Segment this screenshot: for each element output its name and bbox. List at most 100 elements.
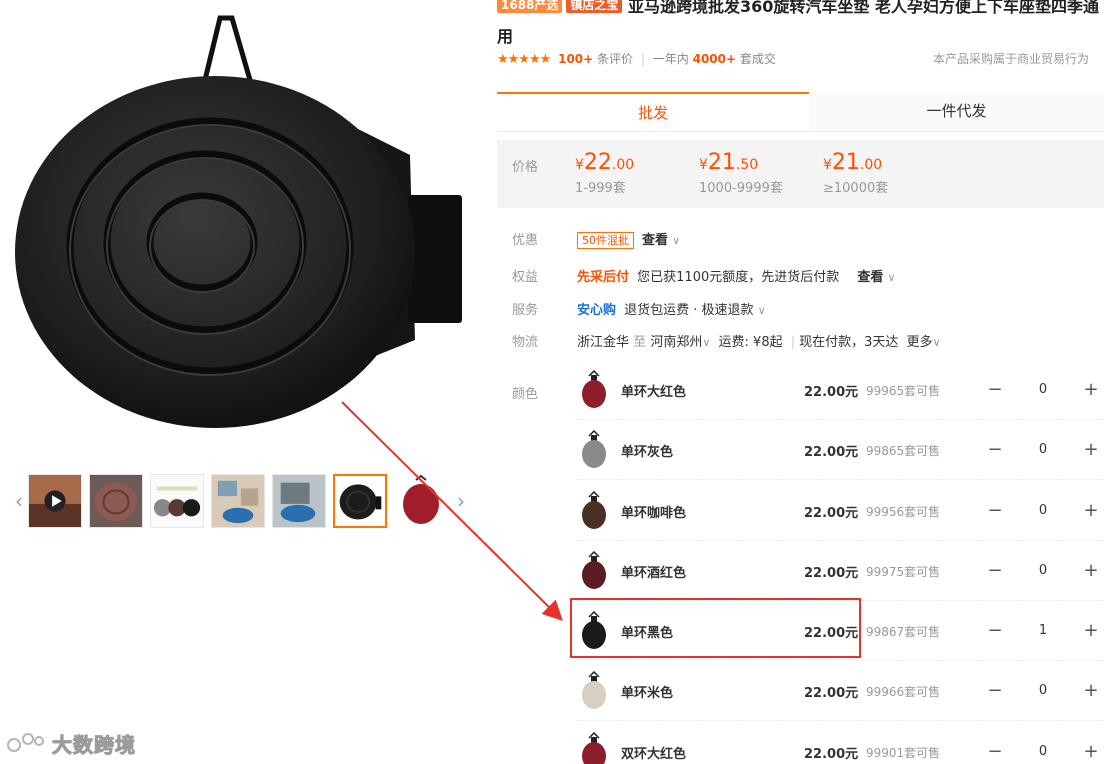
decrease-quantity-button[interactable]: − — [982, 676, 1008, 706]
color-stock: 99975套可售 — [866, 565, 941, 579]
logistics-to-word: 至 — [633, 335, 647, 350]
increase-quantity-button[interactable]: + — [1078, 676, 1104, 706]
color-option-row: 单环黑色 22.00元 99867套可售 −1 + — [576, 601, 1104, 661]
watermark: 大数跨境 — [6, 728, 136, 758]
quantity-stepper: −0 + — [982, 375, 1104, 405]
divider: | — [790, 335, 796, 350]
promo-label: 优惠 — [512, 233, 539, 248]
price-label: 价格 — [512, 160, 539, 175]
color-name: 单环酒红色 — [621, 566, 687, 581]
quantity-input[interactable]: 0 — [1012, 676, 1074, 706]
review-count[interactable]: 100+ — [558, 52, 593, 66]
service-row: 服务 安心购 退货包运费 · 极速退款 ∨ — [512, 299, 1104, 319]
thumbnail-3[interactable] — [150, 474, 204, 528]
color-swatch-image[interactable] — [580, 370, 608, 410]
color-name: 单环灰色 — [621, 445, 674, 460]
chevron-down-icon[interactable]: ∨ — [702, 336, 710, 349]
thumb-next-icon[interactable]: › — [454, 488, 468, 514]
thumb-prev-icon[interactable]: ‹ — [12, 488, 26, 514]
tab-wholesale[interactable]: 批发 — [497, 92, 809, 131]
increase-quantity-button[interactable]: + — [1078, 737, 1104, 764]
increase-quantity-button[interactable]: + — [1078, 616, 1104, 646]
benefit-view-link[interactable]: 查看 — [857, 270, 883, 285]
price-integer: 21 — [831, 150, 860, 175]
benefit-text: 您已获1100元额度，先进货后付款 — [637, 270, 840, 285]
price-tier-1: ¥22.00 1-999套 — [575, 150, 634, 196]
product-title-row: 1688产选 镇店之宝 亚马逊跨境批发360旋转汽车坐垫 老人孕妇方便上下车座垫四… — [497, 0, 1104, 52]
logistics-row: 物流 浙江金华 至 河南郑州∨ 运费: ¥8起 | 现在付款，3天达 更多∨ — [512, 331, 1104, 351]
logistics-more-link[interactable]: 更多 — [907, 335, 933, 350]
logistics-from: 浙江金华 — [577, 335, 630, 350]
promo-view-link[interactable]: 查看 — [642, 233, 668, 248]
quantity-input[interactable]: 0 — [1012, 375, 1074, 405]
review-label[interactable]: 条评价 — [597, 52, 633, 66]
color-swatch-image[interactable] — [580, 732, 608, 764]
decrease-quantity-button[interactable]: − — [982, 435, 1008, 465]
increase-quantity-button[interactable]: + — [1078, 556, 1104, 586]
decrease-quantity-button[interactable]: − — [982, 616, 1008, 646]
quantity-input[interactable]: 1 — [1012, 616, 1074, 646]
thumbnail-strip: ‹ › — [10, 472, 470, 532]
decrease-quantity-button[interactable]: − — [982, 496, 1008, 526]
main-product-image — [10, 10, 470, 455]
service-text[interactable]: 退货包运费 · 极速退款 — [624, 303, 753, 318]
chevron-down-icon[interactable]: ∨ — [758, 304, 766, 317]
thumbnail-7[interactable] — [394, 474, 448, 528]
service-value: 安心购 退货包运费 · 极速退款 ∨ — [577, 299, 766, 318]
chevron-down-icon[interactable]: ∨ — [672, 234, 680, 247]
promo-value: 50件混批 查看 ∨ — [577, 229, 680, 249]
increase-quantity-button[interactable]: + — [1078, 496, 1104, 526]
price-tier-2: ¥21.50 1000-9999套 — [699, 150, 783, 196]
product-title: 1688产选 镇店之宝 亚马逊跨境批发360旋转汽车坐垫 老人孕妇方便上下车座垫四… — [497, 0, 1104, 52]
yearly-prefix: 一年内 — [652, 52, 689, 66]
benefit-row: 权益 先采后付 您已获1100元额度，先进货后付款 查看 ∨ — [512, 266, 1104, 286]
price-tier-3: ¥21.00 ≥10000套 — [823, 150, 888, 196]
price-currency: ¥ — [823, 157, 832, 173]
service-label: 服务 — [512, 303, 539, 318]
color-label: 颜色 — [512, 387, 539, 402]
decrease-quantity-button[interactable]: − — [982, 556, 1008, 586]
yearly-suffix: 套成交 — [739, 52, 776, 66]
tab-dropship[interactable]: 一件代发 — [809, 92, 1104, 131]
chevron-down-icon[interactable]: ∨ — [888, 271, 896, 284]
decrease-quantity-button[interactable]: − — [982, 737, 1008, 764]
color-option-row: 双环大红色 22.00元 99901套可售 −0 + — [576, 722, 1104, 764]
color-swatch-image[interactable] — [580, 551, 608, 591]
quantity-input[interactable]: 0 — [1012, 556, 1074, 586]
price-integer: 22 — [583, 150, 612, 175]
price-range: ≥10000套 — [823, 181, 889, 196]
price-panel: 价格 ¥22.00 1-999套 ¥21.50 1000-9999套 ¥21.0… — [497, 140, 1104, 208]
color-swatch-image[interactable] — [580, 491, 608, 531]
color-price: 22.00元 — [804, 686, 859, 701]
color-swatch-image[interactable] — [580, 611, 608, 651]
benefit-value: 先采后付 您已获1100元额度，先进货后付款 查看 ∨ — [577, 266, 896, 285]
increase-quantity-button[interactable]: + — [1078, 375, 1104, 405]
badge-store-treasure: 镇店之宝 — [566, 0, 623, 13]
logistics-to[interactable]: 河南郑州 — [650, 335, 702, 350]
color-price: 22.00元 — [804, 445, 859, 460]
thumbnail-5[interactable] — [272, 474, 326, 528]
chevron-down-icon[interactable]: ∨ — [933, 336, 941, 349]
benefit-title: 先采后付 — [577, 270, 630, 285]
increase-quantity-button[interactable]: + — [1078, 435, 1104, 465]
thumbnail-4[interactable] — [211, 474, 265, 528]
quantity-input[interactable]: 0 — [1012, 435, 1074, 465]
quantity-input[interactable]: 0 — [1012, 496, 1074, 526]
color-swatch-image[interactable] — [580, 430, 608, 470]
color-name: 双环大红色 — [621, 747, 687, 762]
quantity-stepper: −0 + — [982, 496, 1104, 526]
color-price: 22.00元 — [804, 626, 859, 641]
decrease-quantity-button[interactable]: − — [982, 375, 1008, 405]
quantity-input[interactable]: 0 — [1012, 737, 1074, 764]
benefit-label: 权益 — [512, 270, 539, 285]
price-currency: ¥ — [575, 157, 584, 173]
price-range: 1-999套 — [575, 181, 626, 196]
thumbnail-2[interactable] — [89, 474, 143, 528]
color-swatch-image[interactable] — [580, 671, 608, 711]
price-decimal: .50 — [735, 157, 759, 173]
color-name: 单环黑色 — [621, 626, 674, 641]
thumbnail-6-selected[interactable] — [333, 474, 387, 528]
service-title: 安心购 — [577, 303, 617, 318]
thumbnail-video[interactable] — [28, 474, 82, 528]
badge-1688: 1688产选 — [497, 0, 563, 13]
